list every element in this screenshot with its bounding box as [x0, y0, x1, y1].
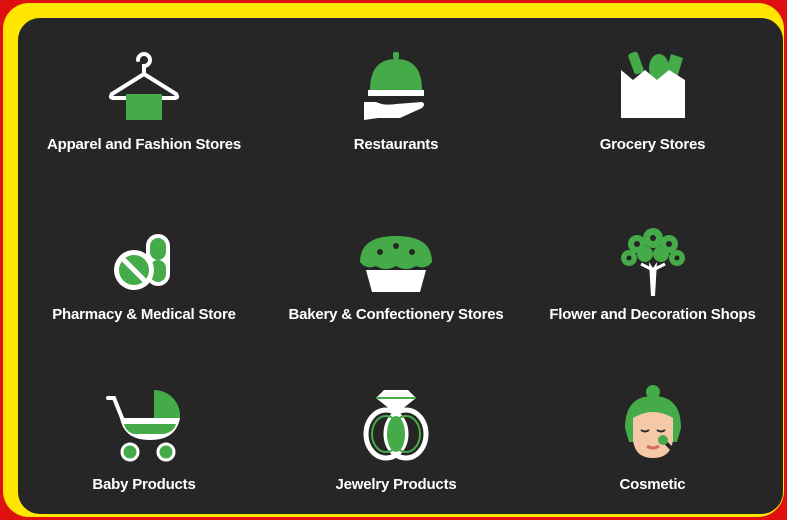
category-panel: Apparel and Fashion Stores Restaurants G…: [18, 18, 783, 514]
frame: Apparel and Fashion Stores Restaurants G…: [3, 3, 784, 517]
category-label: Pharmacy & Medical Store: [52, 306, 236, 323]
rings-icon: [363, 390, 429, 461]
grocery-bag-icon: [620, 51, 685, 118]
category-label: Jewelry Products: [335, 476, 457, 493]
food-tray-icon: [364, 52, 424, 120]
category-grid: Apparel and Fashion Stores Restaurants G…: [18, 18, 783, 514]
category-apparel[interactable]: Apparel and Fashion Stores: [18, 18, 270, 188]
category-label: Cosmetic: [619, 476, 686, 493]
category-label: Bakery & Confectionery Stores: [288, 306, 504, 323]
category-baby[interactable]: Baby Products: [18, 360, 270, 514]
pie-icon: [360, 236, 432, 292]
category-restaurants[interactable]: Restaurants: [270, 18, 522, 188]
category-label: Grocery Stores: [599, 136, 706, 153]
category-label: Apparel and Fashion Stores: [46, 136, 241, 153]
hanger-icon: [108, 52, 180, 120]
category-bakery[interactable]: Bakery & Confectionery Stores: [270, 188, 522, 360]
category-label: Restaurants: [353, 136, 439, 153]
category-label: Flower and Decoration Shops: [549, 306, 756, 323]
category-cosmetic[interactable]: Cosmetic: [522, 360, 783, 514]
baby-stroller-icon: [106, 389, 181, 462]
category-flower[interactable]: Flower and Decoration Shops: [522, 188, 783, 360]
flower-bouquet-icon: [620, 228, 685, 296]
category-grocery[interactable]: Grocery Stores: [522, 18, 783, 188]
category-jewelry[interactable]: Jewelry Products: [270, 360, 522, 514]
category-pharmacy[interactable]: Pharmacy & Medical Store: [18, 188, 270, 360]
pills-icon: [114, 234, 170, 290]
cosmetic-face-icon: [624, 385, 681, 458]
category-label: Baby Products: [92, 476, 196, 493]
